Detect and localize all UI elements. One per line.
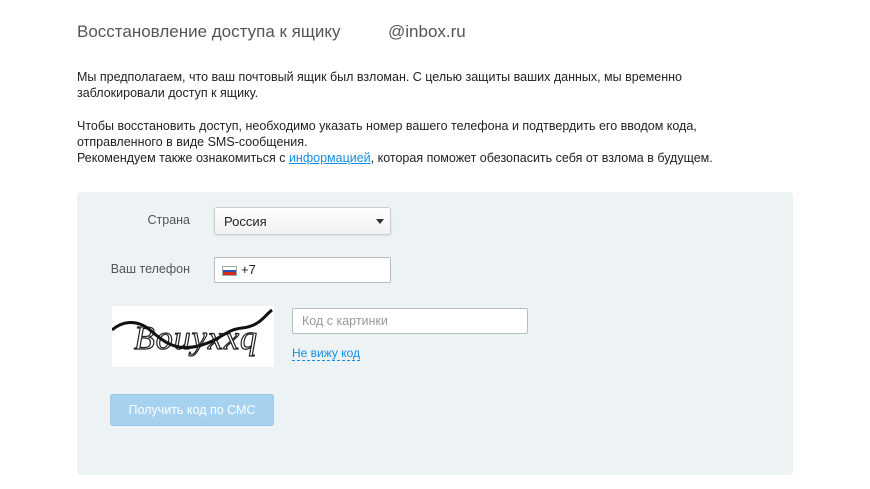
get-sms-code-button[interactable]: Получить код по СМС: [110, 394, 274, 426]
phone-label: Ваш телефон: [110, 262, 190, 276]
captcha-image: Bouyxxq: [111, 306, 274, 367]
instructions-text: Чтобы восстановить доступ, необходимо ук…: [77, 119, 697, 149]
phone-input[interactable]: +7: [214, 257, 391, 283]
captcha-text: Bouyxxq: [134, 320, 258, 357]
information-link[interactable]: информацией: [289, 151, 371, 165]
phone-prefix: +7: [241, 262, 256, 277]
country-label: Страна: [147, 213, 190, 227]
captcha-code-input[interactable]: [292, 308, 528, 334]
page-title: Восстановление доступа к ящику @inbox.ru: [77, 22, 466, 42]
recommendation-text-end: , которая поможет обезопасить себя от вз…: [370, 151, 713, 165]
chevron-down-icon: [376, 219, 384, 224]
recommendation-text-start: Рекомендуем также ознакомиться с: [77, 151, 289, 165]
cannot-see-code-link[interactable]: Не вижу код: [292, 346, 361, 361]
country-select-value: Россия: [224, 214, 267, 229]
country-select[interactable]: Россия: [214, 207, 391, 235]
russia-flag-icon: [222, 266, 237, 276]
intro-paragraph-instructions: Чтобы восстановить доступ, необходимо ук…: [77, 118, 737, 166]
mailbox-address: @inbox.ru: [388, 22, 466, 41]
recovery-form-panel: Страна Россия Ваш телефон +7 Bouyxxq Не …: [77, 192, 793, 475]
intro-paragraph-hacked: Мы предполагаем, что ваш почтовый ящик б…: [77, 70, 682, 100]
page-title-text: Восстановление доступа к ящику: [77, 22, 341, 41]
